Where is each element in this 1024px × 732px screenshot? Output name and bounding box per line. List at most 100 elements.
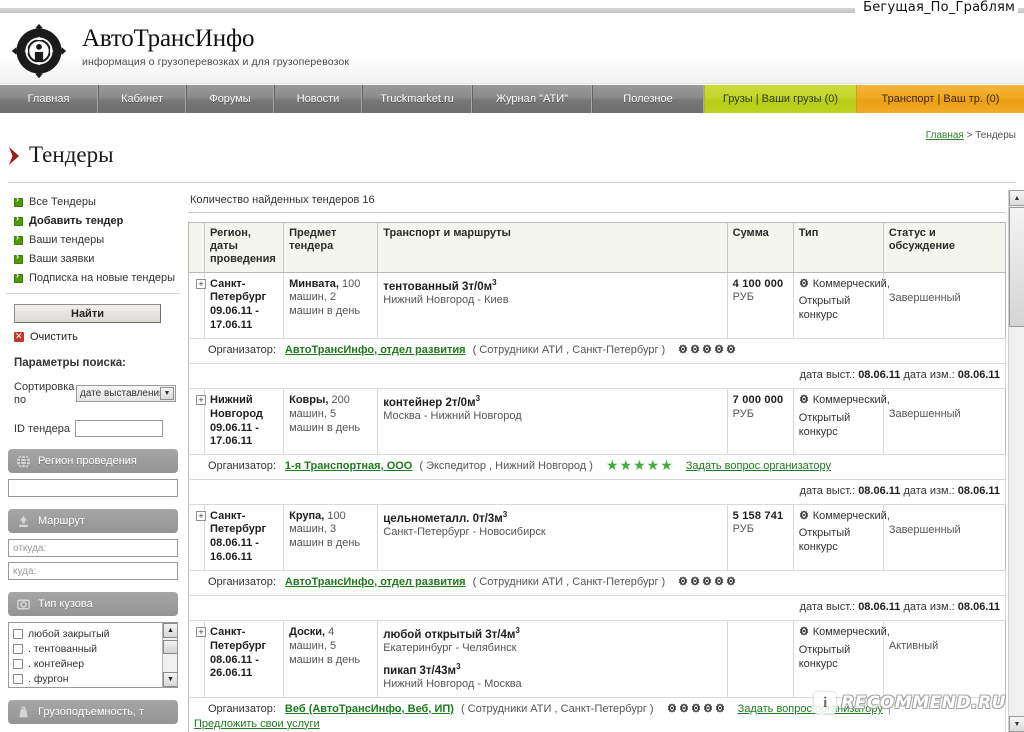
date-posted-label: дата выст.: xyxy=(799,484,859,497)
organizer-cell: Организатор: 1-я Транспортная, ООО ( Экспе… xyxy=(188,454,1006,480)
sidebar-item-add-tender[interactable]: Добавить тендер xyxy=(14,214,186,227)
star-icon: ★ xyxy=(619,457,633,474)
nav-item-cabinet[interactable]: Кабинет xyxy=(98,85,186,113)
expand-row-button[interactable]: + xyxy=(196,510,206,521)
sort-select[interactable]: дате выставления ▼ xyxy=(76,385,176,403)
nav-item-transport[interactable]: Транспорт | Ваш тр. (0) xyxy=(856,85,1024,113)
table-row[interactable]: + Санкт-Петербург 08.06.11 - 26.06.11 Доски… xyxy=(188,620,1006,698)
sidebar-item-subscribe[interactable]: Подписка на новые тендеры xyxy=(14,271,186,284)
globe-icon xyxy=(16,454,31,469)
dates-cell: дата выст.: 08.06.11 дата изм.: 08.06.11 xyxy=(188,595,1006,622)
route-path: Екатеринбург - Челябинск xyxy=(383,642,517,655)
listbox-scrollbar[interactable]: ▲ ▼ xyxy=(162,623,177,688)
rating-stars: ★ ★ ★ ★ ★ xyxy=(606,457,673,474)
organizer-name-link[interactable]: Веб (АвтоТрансИнфо, Веб, ИП) xyxy=(285,703,454,717)
route-from-input[interactable] xyxy=(8,539,178,558)
arrow-bullet-icon xyxy=(14,271,23,283)
type-commercial: Коммерческий, xyxy=(799,510,890,525)
nav-item-home[interactable]: Главная xyxy=(0,85,98,113)
expand-row-button[interactable]: + xyxy=(196,627,206,638)
nav-item-forums[interactable]: Форумы xyxy=(186,85,274,113)
uploader-watermark: Бегущая_По_Граблям xyxy=(855,0,1018,15)
found-count-text: Количество найденных тендеров 16 xyxy=(190,194,375,206)
sidebar-item-all-tenders[interactable]: Все Тендеры xyxy=(14,195,186,208)
checkbox[interactable] xyxy=(13,628,23,639)
organizer-line: Организатор: 1-я Транспортная, ООО ( Экспе… xyxy=(194,457,1000,474)
region-group-header[interactable]: Регион проведения xyxy=(8,449,178,474)
gear-arrows-logo-icon[interactable] xyxy=(8,21,70,81)
list-item[interactable]: любой закрытый xyxy=(13,626,177,641)
breadcrumb-current: Тендеры xyxy=(975,130,1016,141)
scrollbar-thumb[interactable] xyxy=(1009,207,1024,327)
list-item[interactable]: . тентованный xyxy=(13,641,177,656)
route-transport: любой открытый 3т/4м3 xyxy=(383,626,520,641)
route-to-input[interactable] xyxy=(8,562,178,581)
subject-name: Крупа, xyxy=(289,509,325,522)
organizer-name-link[interactable]: 1-я Транспортная, ООО xyxy=(285,460,412,474)
clear-filters-row[interactable]: Очистить xyxy=(14,330,186,343)
list-item[interactable]: . контейнер xyxy=(13,656,177,671)
cell-status: Активный xyxy=(883,620,1006,698)
table-row[interactable]: + Санкт-Петербург 09.06.11 - 17.06.11 Минва… xyxy=(188,272,1006,339)
tender-id-row: ID тендера xyxy=(14,420,186,438)
sum-value: 4 100 000 xyxy=(732,277,784,290)
cell-type: Коммерческий, Открытый конкурс xyxy=(793,388,890,456)
scrollbar-thumb[interactable] xyxy=(163,640,177,655)
tender-id-input[interactable] xyxy=(74,420,163,438)
status-badge: Завершенный xyxy=(888,291,961,304)
content-area: Количество найденных тендеров 16 Регион,… xyxy=(188,190,1024,732)
sidebar-item-your-bids[interactable]: Ваши заявки xyxy=(14,252,186,265)
list-item[interactable]: . фургон xyxy=(13,671,177,686)
expand-cell[interactable]: + xyxy=(188,388,206,456)
organizer-name-link[interactable]: АвтоТрансИнфо, отдел развития xyxy=(285,576,466,590)
arrow-bullet-icon xyxy=(14,233,23,245)
page-scrollbar[interactable]: ▲ ▼ xyxy=(1008,190,1024,732)
offer-services-link[interactable]: Предложить свои услуги xyxy=(194,718,320,732)
region-input[interactable] xyxy=(8,479,178,498)
route-path: Нижний Новгород - Москва xyxy=(383,678,522,691)
checkbox[interactable] xyxy=(13,643,23,654)
list-item-label: . тентованный xyxy=(28,642,98,655)
expand-row-button[interactable]: + xyxy=(196,278,206,289)
body-type-listbox[interactable]: любой закрытый . тентованный . контейнер… xyxy=(8,622,178,689)
gear-icon xyxy=(799,394,809,409)
breadcrumb-home-link[interactable]: Главная xyxy=(926,130,964,141)
checkbox[interactable] xyxy=(13,658,23,669)
organizer-meta: ( Сотрудники АТИ , Санкт-Петербург ) xyxy=(472,575,666,588)
scroll-down-icon[interactable]: ▼ xyxy=(163,672,177,688)
expand-row-button[interactable]: + xyxy=(196,395,206,406)
find-button[interactable]: Найти xyxy=(14,304,161,323)
nav-item-journal[interactable]: Журнал "АТИ" xyxy=(472,85,592,113)
organizer-meta: ( Сотрудники АТИ , Санкт-Петербург ) xyxy=(472,343,666,356)
nav-item-truckmarket[interactable]: Truckmarket.ru xyxy=(362,85,472,113)
breadcrumb-separator: > xyxy=(966,130,973,141)
route-group-header[interactable]: Маршрут xyxy=(8,509,178,534)
site-header: АвтоТрансИнфо информация о грузоперевозк… xyxy=(0,17,1024,84)
date-posted-value: 08.06.11 xyxy=(858,369,901,382)
table-row[interactable]: + Нижний Новгород 09.06.11 - 17.06.11 Ковры… xyxy=(188,388,1006,456)
nav-item-news[interactable]: Новости xyxy=(274,85,362,113)
ask-organizer-link[interactable]: Задать вопрос организатору xyxy=(738,703,883,717)
nav-item-useful[interactable]: Полезное xyxy=(592,85,704,113)
organizer-name-link[interactable]: АвтоТрансИнфо, отдел развития xyxy=(285,344,466,358)
table-row[interactable]: + Санкт-Петербург 08.06.11 - 16.06.11 Крупа… xyxy=(188,504,1006,571)
sidebar-item-your-tenders[interactable]: Ваши тендеры xyxy=(14,233,186,246)
table-header-sum: Сумма xyxy=(727,222,794,273)
subject-name: Минвата, xyxy=(289,277,339,290)
scroll-up-icon[interactable]: ▲ xyxy=(1009,190,1024,206)
sort-label: Сортировка по xyxy=(14,381,75,406)
expand-cell[interactable]: + xyxy=(188,620,206,698)
dates-row: дата выст.: 08.06.11 дата изм.: 08.06.11 xyxy=(188,595,1006,622)
clear-label: Очистить xyxy=(30,331,78,343)
scroll-up-icon[interactable]: ▲ xyxy=(163,623,177,639)
ask-organizer-link[interactable]: Задать вопрос организатору xyxy=(686,460,831,474)
nav-item-cargo[interactable]: Грузы | Ваши грузы (0) xyxy=(704,85,856,113)
checkbox[interactable] xyxy=(13,673,23,684)
gear-icon xyxy=(726,575,736,591)
expand-cell[interactable]: + xyxy=(188,272,206,339)
date-posted-label: дата выст.: xyxy=(799,369,859,382)
expand-cell[interactable]: + xyxy=(188,504,206,571)
scroll-down-icon[interactable]: ▼ xyxy=(1009,716,1024,732)
body-type-group-header[interactable]: Тип кузова xyxy=(8,592,178,617)
capacity-group-header[interactable]: Грузоподъемность, т xyxy=(8,700,178,725)
